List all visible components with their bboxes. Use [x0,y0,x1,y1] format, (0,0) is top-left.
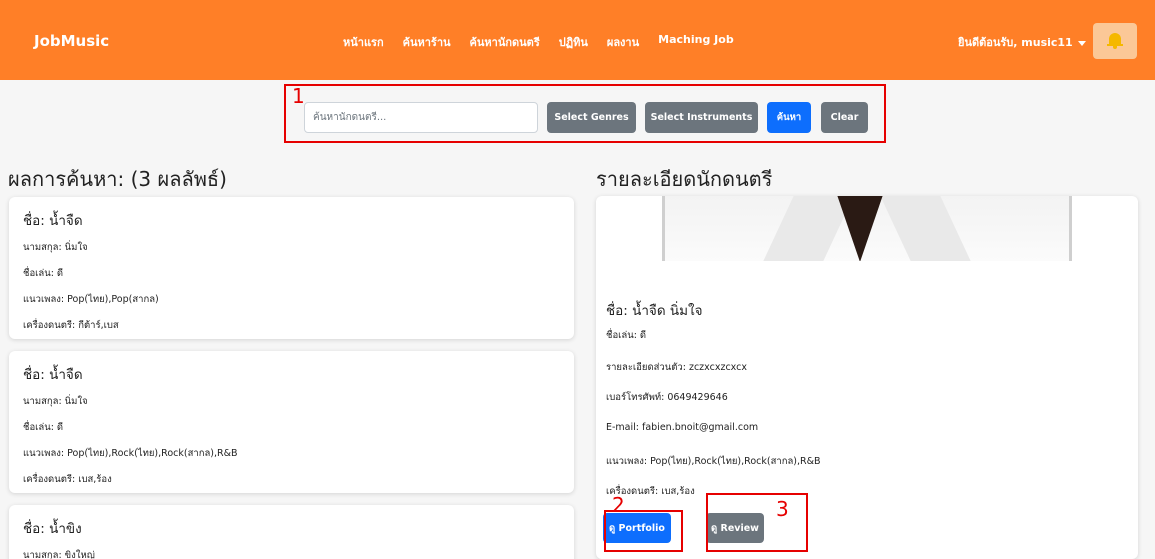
nav-item-find-shop[interactable]: ค้นหาร้าน [403,33,451,51]
notification-button[interactable] [1093,23,1137,59]
search-input[interactable] [304,102,538,133]
annotation-label-2: 2 [612,493,625,517]
result-name: ชื่อ: น้ำขิง [23,521,82,537]
search-button[interactable]: ค้นหา [767,102,811,133]
user-greeting: ยินดีต้อนรับ, music11 [958,36,1073,49]
result-surname: นามสกุล: นิ่มใจ [23,396,88,407]
result-surname: นามสกุล: ขิงใหญ่ [23,550,95,559]
result-card[interactable]: ชื่อ: น้ำจืด นามสกุล: นิ่มใจ ชื่อเล่น: ด… [9,197,574,339]
detail-name: ชื่อ: น้ำจืด นิ่มใจ [606,303,703,319]
detail-bio: รายละเอียดส่วนตัว: zczxcxzcxcx [606,362,747,373]
clear-button[interactable]: Clear [821,102,868,133]
result-instruments: เครื่องดนตรี: เบส,ร้อง [23,474,112,485]
select-instruments-button[interactable]: Select Instruments [645,102,758,133]
musician-photo [662,196,1072,261]
navbar: JobMusic หน้าแรก ค้นหาร้าน ค้นหานักดนตรี… [0,0,1155,80]
detail-genres: แนวเพลง: Pop(ไทย),Rock(ไทย),Rock(สากล),R… [606,456,821,467]
result-name: ชื่อ: น้ำจืด [23,367,83,383]
nav-item-calendar[interactable]: ปฏิทิน [559,33,588,51]
result-surname: นามสกุล: นิ่มใจ [23,242,88,253]
detail-heading: รายละเอียดนักดนตรี [596,167,773,191]
caret-down-icon [1077,40,1086,46]
result-card[interactable]: ชื่อ: น้ำขิง นามสกุล: ขิงใหญ่ [9,505,574,559]
result-genres: แนวเพลง: Pop(ไทย),Pop(สากล) [23,294,159,305]
result-genres: แนวเพลง: Pop(ไทย),Rock(ไทย),Rock(สากล),R… [23,448,238,459]
result-name: ชื่อ: น้ำจืด [23,213,83,229]
user-menu-dropdown[interactable]: ยินดีต้อนรับ, music11 [958,33,1086,51]
nav-item-home[interactable]: หน้าแรก [343,33,384,51]
annotation-label-3: 3 [776,497,789,521]
annotation-label-1: 1 [292,84,305,108]
result-nickname: ชื่อเล่น: ดี [23,268,64,279]
detail-email: E-mail: fabien.bnoit@gmail.com [606,422,759,433]
detail-nickname: ชื่อเล่น: ดี [606,330,647,341]
results-heading: ผลการค้นหา: (3 ผลลัพธ์) [8,167,227,191]
result-instruments: เครื่องดนตรี: กีต้าร์,เบส [23,320,119,331]
nav-links: หน้าแรก ค้นหาร้าน ค้นหานักดนตรี ปฏิทิน ผ… [343,33,734,51]
bell-icon [1107,33,1123,49]
review-annotation-box [706,493,808,552]
brand-logo[interactable]: JobMusic [34,32,109,50]
nav-item-portfolio[interactable]: ผลงาน [607,33,639,51]
result-nickname: ชื่อเล่น: ดี [23,422,64,433]
nav-item-matching-job[interactable]: Maching Job [658,33,734,51]
select-genres-button[interactable]: Select Genres [547,102,636,133]
detail-phone: เบอร์โทรศัพท์: 0649429646 [606,392,728,403]
result-card[interactable]: ชื่อ: น้ำจืด นามสกุล: นิ่มใจ ชื่อเล่น: ด… [9,351,574,493]
musician-detail-card: ชื่อ: น้ำจืด นิ่มใจ ชื่อเล่น: ดี รายละเอ… [596,196,1138,559]
nav-item-find-musician[interactable]: ค้นหานักดนตรี [470,33,540,51]
